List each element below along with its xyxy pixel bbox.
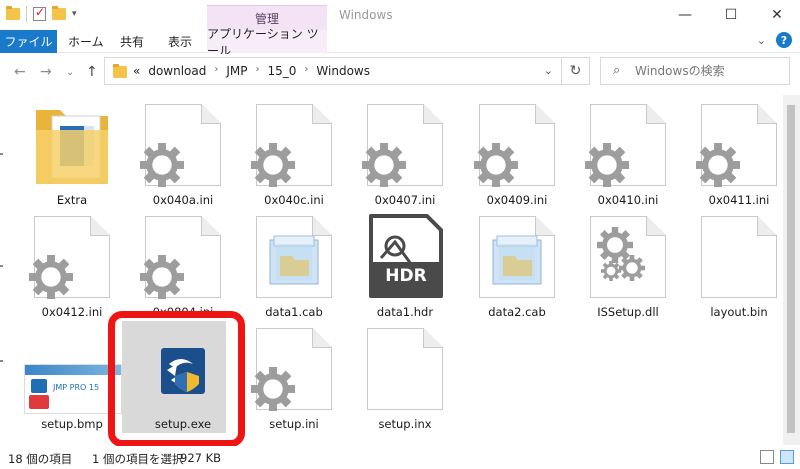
maximize-button[interactable]: ☐ [708, 0, 754, 30]
address-bar[interactable]: « download › JMP › 15_0 › Windows ⌄ [104, 57, 562, 85]
tab-view[interactable]: 表示 [168, 30, 192, 53]
details-view-icon[interactable] [760, 450, 774, 464]
up-arrow-icon[interactable]: ↑ [86, 64, 98, 80]
file-name-label: data1.hdr [376, 305, 434, 319]
selection-size: 927 KB [180, 451, 222, 465]
ribbon-tabs: ファイル ホーム 共有 表示 アプリケーション ツール ⌄ ? [0, 27, 800, 58]
file-item[interactable]: 0x040c.ini [244, 100, 344, 210]
file-item[interactable]: HDR data1.hdr [355, 212, 455, 322]
tab-home[interactable]: ホーム [68, 30, 104, 53]
chevron-down-icon[interactable]: ⌄ [544, 64, 553, 77]
minimize-button[interactable]: — [662, 0, 708, 30]
annotation-highlight [108, 311, 245, 447]
window-title: Windows [339, 8, 393, 22]
file-item[interactable]: 0x0804.ini [133, 212, 233, 322]
file-item[interactable]: 0x0407.ini [355, 100, 455, 210]
chevron-right-icon[interactable]: › [304, 64, 308, 78]
search-box[interactable]: ⌕ [600, 57, 790, 85]
file-item[interactable]: ISSetup.dll [578, 212, 678, 322]
settings-file-icon [22, 212, 122, 299]
cabinet-file-icon [467, 212, 567, 298]
file-name-label: 0x040a.ini [152, 193, 214, 207]
file-item[interactable]: 0x040a.ini [133, 100, 233, 210]
new-folder-icon[interactable] [52, 6, 66, 20]
breadcrumb: « download › JMP › 15_0 › Windows [133, 64, 370, 78]
customize-toolbar-icon[interactable]: ▾ [72, 9, 77, 19]
file-name-label: data1.cab [265, 305, 323, 319]
file-name-label: setup.ini [269, 417, 319, 431]
file-item[interactable]: 0x0412.ini [22, 212, 122, 322]
folder-icon [113, 64, 127, 78]
inx-file-icon [355, 324, 455, 410]
file-name-label: 0x0411.ini [708, 193, 770, 207]
folder-icon [6, 6, 20, 20]
binary-file-icon [689, 212, 789, 298]
toolbar-divider [26, 6, 27, 22]
breadcrumb-windows[interactable]: Windows [316, 64, 370, 78]
settings-file-icon [244, 100, 344, 187]
large-icons-view-icon[interactable] [780, 450, 794, 464]
chevron-right-icon[interactable]: › [256, 64, 260, 78]
settings-file-icon [578, 100, 678, 187]
file-name-label: 0x0412.ini [41, 305, 103, 319]
title-bar: ▾ 管理 Windows — ☐ ✕ [0, 0, 800, 30]
expand-ribbon-icon[interactable]: ⌄ [757, 34, 766, 47]
file-item[interactable]: JMP PRO 15 setup.bmp [22, 324, 122, 434]
file-name-label: ISSetup.dll [597, 305, 659, 319]
settings-file-icon [689, 100, 789, 187]
file-name-label: setup.inx [378, 417, 432, 431]
search-input[interactable] [635, 62, 785, 80]
file-item[interactable]: data2.cab [467, 212, 567, 322]
forward-arrow-icon[interactable]: → [40, 64, 52, 80]
cabinet-file-icon [244, 212, 344, 298]
settings-file-icon [133, 100, 233, 187]
search-icon: ⌕ [613, 63, 621, 78]
file-item[interactable]: 0x0410.ini [578, 100, 678, 210]
help-icon[interactable]: ? [776, 32, 792, 48]
file-item[interactable]: layout.bin [689, 212, 789, 322]
file-name-label: 0x0410.ini [597, 193, 659, 207]
pane-edge [0, 95, 3, 445]
tab-file[interactable]: ファイル [0, 30, 57, 53]
file-item[interactable]: Extra [22, 100, 122, 210]
file-name-label: 0x0407.ini [374, 193, 436, 207]
hdr-badge: HDR [385, 266, 427, 286]
chevron-right-icon[interactable]: › [214, 64, 218, 78]
properties-icon[interactable] [33, 5, 46, 21]
dll-file-icon [578, 212, 678, 298]
settings-file-icon [355, 100, 455, 187]
tab-application-tools[interactable]: アプリケーション ツール [207, 27, 327, 58]
file-name-label: 0x0409.ini [486, 193, 548, 207]
file-name-label: layout.bin [710, 305, 768, 319]
refresh-button[interactable]: ↻ [562, 57, 590, 85]
thumbnail-text: JMP PRO 15 [53, 383, 100, 392]
file-name-label: Extra [56, 193, 88, 207]
back-arrow-icon[interactable]: ← [14, 64, 26, 80]
file-name-label: 0x040c.ini [264, 193, 324, 207]
tab-share[interactable]: 共有 [120, 30, 144, 53]
file-item[interactable]: 0x0411.ini [689, 100, 789, 210]
recent-locations-icon[interactable]: ⌄ [66, 67, 74, 78]
settings-file-icon [467, 100, 567, 187]
breadcrumb-download[interactable]: download [148, 64, 206, 78]
settings-file-icon [244, 324, 344, 411]
hdr-file-icon: HDR [355, 212, 455, 298]
file-name-label: data2.cab [488, 305, 546, 319]
quick-access-toolbar: ▾ [6, 5, 77, 22]
selection-count: 1 個の項目を選択 [92, 452, 184, 466]
file-item[interactable]: 0x0409.ini [467, 100, 567, 210]
file-item[interactable]: data1.cab [244, 212, 344, 322]
close-button[interactable]: ✕ [754, 0, 800, 30]
file-item[interactable]: setup.inx [355, 324, 455, 434]
status-bar: 18 個の項目 1 個の項目を選択 927 KB [0, 446, 800, 469]
file-item[interactable]: setup.ini [244, 324, 344, 434]
breadcrumb-overflow[interactable]: « [133, 64, 140, 78]
file-name-label: setup.bmp [41, 417, 103, 431]
folder-icon [22, 100, 122, 186]
item-count: 18 個の項目 [8, 452, 73, 466]
breadcrumb-jmp[interactable]: JMP [226, 64, 247, 78]
settings-file-icon [133, 212, 233, 299]
breadcrumb-15-0[interactable]: 15_0 [268, 64, 297, 78]
